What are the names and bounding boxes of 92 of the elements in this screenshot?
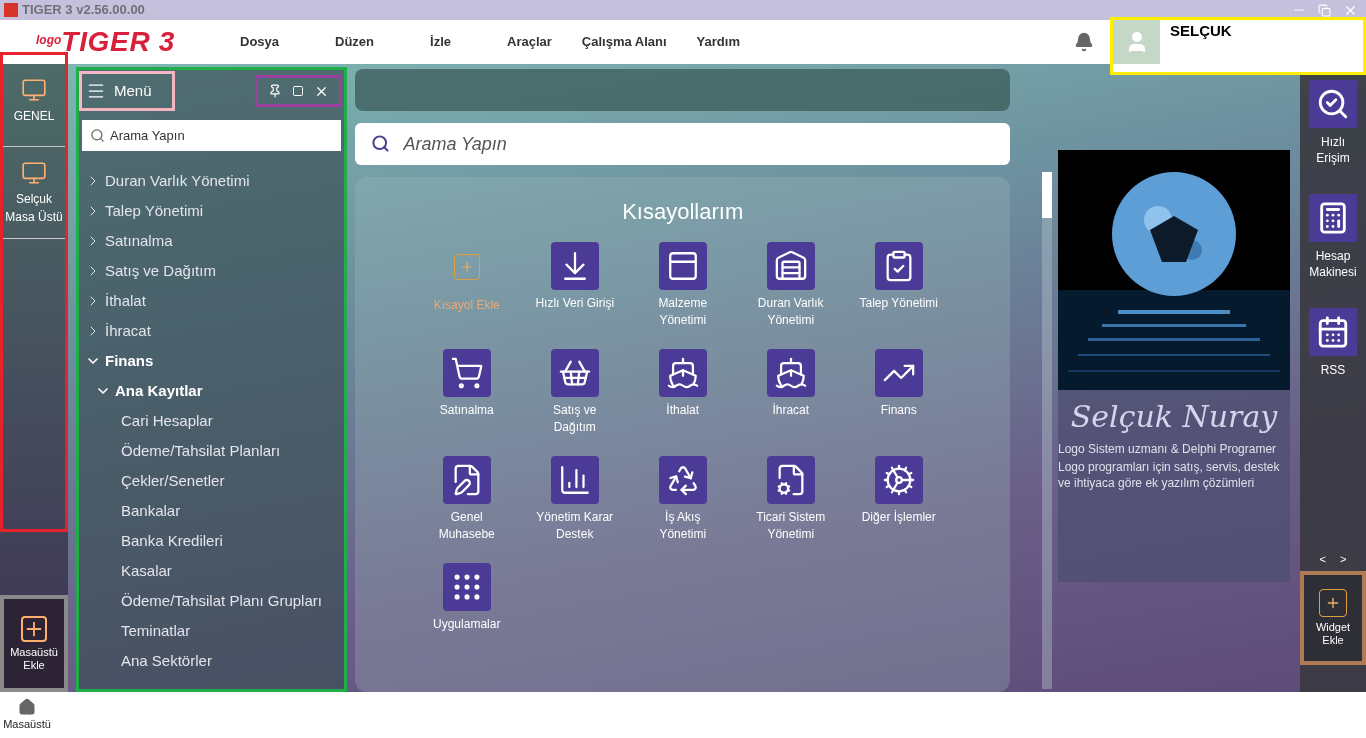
add-widget-button[interactable]: Widget Ekle [1300,571,1366,665]
ship-icon [766,349,815,397]
dots-icon [442,563,491,611]
ship-icon [658,349,707,397]
widget-text: Logo programları için satış, servis, destek ve ihtiyaca göre ek yazılım çözümleri [1058,459,1281,491]
document-edit-icon [442,456,491,504]
desktop-tab[interactable]: Selçuk Masa Üstü [3,147,65,239]
shortcut-tile[interactable]: Hızlı Veri Girişi [520,242,629,329]
widget-title: Selçuk Nuray [1069,398,1279,436]
trend-chart-icon [874,349,923,397]
menu-item[interactable]: Yardım [696,32,740,52]
previous-button[interactable]: < [1319,550,1326,567]
plus-icon [453,254,480,280]
tree-item[interactable]: Ödeme/Tahsilat Planları [79,436,345,466]
add-desktop-button[interactable]: Masaüstü Ekle [0,595,68,692]
shortcut-tile[interactable]: Satınalma [412,349,521,436]
shortcut-tile[interactable]: İş Akış Yönetimi [628,456,737,543]
maximize-icon[interactable] [292,85,305,97]
tree-item[interactable]: Finans [79,346,345,376]
menu-title: Menü [114,80,152,101]
shortcut-tile[interactable]: Diğer İşlemler [844,456,953,543]
shortcut-tile[interactable]: Malzeme Yönetimi [628,242,737,329]
tree-item[interactable]: Ana Sektörler [79,646,345,676]
tree-item[interactable]: Satış ve Dağıtım [79,256,345,286]
bell-icon[interactable] [1074,32,1094,52]
shortcut-tile[interactable]: Satış ve Dağıtım [520,349,629,436]
desktop-title: Selçuk [16,190,52,208]
monitor-icon [21,76,47,103]
calculator-icon [1309,194,1357,242]
tree-item[interactable]: Cari Hesaplar [79,406,345,436]
user-name: SELÇUK [1170,21,1232,41]
shortcut-tile[interactable]: Ticari Sistem Yönetimi [736,456,845,543]
scrollbar[interactable] [1042,172,1052,689]
shortcut-tile[interactable]: İthalat [628,349,737,436]
widget-text: Logo Sistem uzmanı & Delphi Programer [1058,441,1278,457]
tree-item[interactable]: Duran Varlık Yönetimi [79,166,345,196]
clipboard-check-icon [874,242,923,290]
tree-item[interactable]: Teminatlar [79,616,345,646]
bar-chart-icon [550,456,599,504]
recycle-icon [658,456,707,504]
shortcut-tile[interactable]: Genel Muhasebe [412,456,521,543]
menu-item[interactable]: İzle [430,32,451,52]
shortcut-tile[interactable]: Talep Yönetimi [844,242,953,329]
tree-item[interactable]: Bankalar [79,496,345,526]
basket-icon [550,349,599,397]
monitor-plus-icon [21,615,47,642]
shortcut-tile[interactable]: Uygulamalar [412,563,521,633]
quick-tool-button[interactable]: Hesap Makinesi [1303,194,1363,308]
shortcuts-title: Kısayollarım [622,198,744,226]
search-icon [90,128,105,143]
tree-item[interactable]: Çekler/Senetler [79,466,345,496]
menu-header[interactable]: Menü [79,71,175,111]
warehouse-icon [766,242,815,290]
cart-icon [442,349,491,397]
tree-item[interactable]: Satınalma [79,226,345,256]
window-icon [658,242,707,290]
home-icon [18,697,36,716]
taskbar-desktop-button[interactable]: Masaüstü [0,692,54,738]
document-gear-icon [766,456,815,504]
menu-item[interactable]: Araçlar [507,32,552,52]
tree-item[interactable]: Kasalar [79,556,345,586]
app-logo-icon [4,3,18,17]
desktop-tab[interactable]: GENEL [3,55,65,147]
menu-item[interactable]: Dosya [240,32,280,52]
shortcut-tile[interactable]: İhracat [736,349,845,436]
calendar-icon [1309,308,1357,356]
shortcut-tile[interactable]: Duran Varlık Yönetimi [736,242,845,329]
window-title: TIGER 3 v2.56.00.00 [22,1,145,20]
logo-small: logo [36,33,62,47]
menu-search-field[interactable]: Arama Yapın [82,120,342,151]
quick-tool-button[interactable]: Hızlı Erişim [1303,80,1363,194]
tree-item[interactable]: İhracat [79,316,345,346]
shortcut-tile[interactable]: Yönetim Karar Destek [520,456,629,543]
next-button[interactable]: > [1340,550,1347,567]
desktop-title: GENEL [13,107,55,125]
search-icon [371,134,391,153]
tree-item[interactable]: Ödeme/Tahsilat Planı Grupları [79,586,345,616]
tree-item[interactable]: Talep Yönetimi [79,196,345,226]
menu-item[interactable]: Düzen [335,32,375,52]
search-icon [1309,80,1357,128]
tree-item[interactable]: Banka Kredileri [79,526,345,556]
gear-icon [874,456,923,504]
shortcut-tile[interactable]: Finans [844,349,953,436]
quick-tool-button[interactable]: RSS [1303,308,1363,422]
pin-icon[interactable] [268,84,283,98]
download-icon [550,242,599,290]
tree-item[interactable]: İthalat [79,286,345,316]
tree-item[interactable]: Ana Kayıtlar [79,376,345,406]
menu-item[interactable]: Çalışma Alanı [581,32,667,52]
monitor-icon [21,159,47,186]
plus-icon [1319,589,1347,617]
desktop-subtitle: Masa Üstü [5,208,63,226]
